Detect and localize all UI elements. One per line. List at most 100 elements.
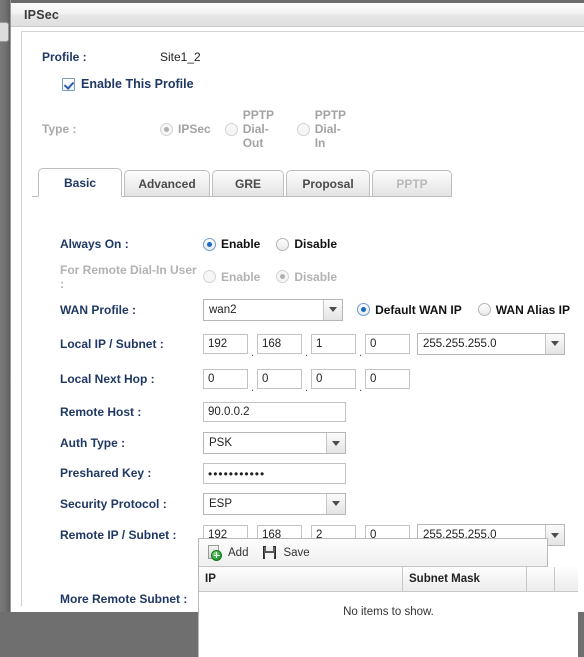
column-header-spacer-1 <box>527 567 555 592</box>
row-always-on: Always On : Enable Disable <box>22 228 584 260</box>
chevron-down-icon[interactable] <box>323 300 342 320</box>
enable-profile-label: Enable This Profile <box>81 77 194 91</box>
radio-pptp-dial-out-icon[interactable] <box>225 123 238 136</box>
dialog-content: Profile : Site1_2 Enable This Profile Ty… <box>21 31 584 606</box>
save-icon <box>262 545 278 561</box>
security-protocol-value: ESP <box>204 498 326 510</box>
auth-type-label: Auth Type : <box>60 436 203 450</box>
basic-tab-panel: Always On : Enable Disable For Remote Di… <box>22 228 584 551</box>
radio-ipsec-icon[interactable] <box>160 123 173 136</box>
local-ip-subnet-label: Local IP / Subnet : <box>60 337 203 351</box>
wan-profile-select[interactable]: wan2 <box>203 299 343 321</box>
wan-profile-value: wan2 <box>204 304 323 316</box>
local-ip-octet-3[interactable] <box>311 334 356 354</box>
always-on-disable-label: Disable <box>294 237 337 251</box>
ip-separator: . <box>356 347 365 361</box>
always-on-disable-option[interactable]: Disable <box>276 237 337 251</box>
tab-bar: Basic Advanced GRE Proposal PPTP <box>32 167 566 197</box>
radio-always-on-enable-icon[interactable] <box>203 238 216 251</box>
tab-proposal[interactable]: Proposal <box>286 170 370 197</box>
remote-dial-in-disable-label: Disable <box>294 270 337 284</box>
enable-profile-row[interactable]: Enable This Profile <box>62 77 584 91</box>
type-label: Type : <box>42 122 160 136</box>
local-next-hop-octet-1[interactable] <box>203 369 248 389</box>
remote-host-input[interactable] <box>203 402 346 422</box>
table-row: No items to show. <box>199 592 578 657</box>
auth-type-select[interactable]: PSK <box>203 432 346 454</box>
dialog-title: IPSec <box>24 8 59 22</box>
radio-default-wan-ip-icon[interactable] <box>357 303 370 316</box>
profile-value: Site1_2 <box>160 50 201 64</box>
local-ip-octet-1[interactable] <box>203 334 248 354</box>
local-next-hop-octet-2[interactable] <box>257 369 302 389</box>
wan-alias-ip-option[interactable]: WAN Alias IP <box>478 303 570 317</box>
subnet-table: IP Subnet Mask No items to show. <box>199 567 578 657</box>
remote-dial-in-disable-option: Disable <box>276 270 337 284</box>
radio-wan-alias-ip-icon[interactable] <box>478 303 491 316</box>
empty-state-text: No items to show. <box>199 592 578 657</box>
save-button[interactable]: Save <box>262 545 309 561</box>
preshared-key-label: Preshared Key : <box>60 466 203 480</box>
remote-dial-in-label: For Remote Dial-In User : <box>60 263 203 291</box>
chevron-down-icon[interactable] <box>545 334 564 354</box>
ipsec-dialog-window: IPSec Profile : Site1_2 Enable This Prof… <box>10 0 584 612</box>
checkbox-checked-icon[interactable] <box>62 78 75 91</box>
chevron-down-icon[interactable] <box>326 433 345 453</box>
security-protocol-select[interactable]: ESP <box>203 493 346 515</box>
ip-separator: . <box>248 382 257 396</box>
tab-advanced[interactable]: Advanced <box>124 170 210 197</box>
default-wan-ip-option[interactable]: Default WAN IP <box>357 303 462 317</box>
column-header-subnet-mask[interactable]: Subnet Mask <box>403 567 527 592</box>
local-subnet-mask-select[interactable]: 255.255.255.0 <box>417 333 565 355</box>
type-row: Type : IPSec PPTPDial-Out PPTPDial-In <box>42 105 584 153</box>
type-option-pptp-dial-in-label: PPTPDial-In <box>315 108 355 150</box>
default-wan-ip-label: Default WAN IP <box>375 303 462 317</box>
local-ip-octet-2[interactable] <box>257 334 302 354</box>
always-on-label: Always On : <box>60 237 203 251</box>
table-header-row: IP Subnet Mask <box>199 567 578 592</box>
tab-gre-label: GRE <box>235 177 261 191</box>
always-on-enable-label: Enable <box>221 237 260 251</box>
always-on-enable-option[interactable]: Enable <box>203 237 260 251</box>
radio-always-on-disable-icon[interactable] <box>276 238 289 251</box>
ip-separator: . <box>302 382 311 396</box>
add-button[interactable]: Add <box>207 545 248 561</box>
row-auth-type: Auth Type : PSK <box>22 428 584 458</box>
profile-row: Profile : Site1_2 <box>42 50 584 72</box>
type-option-pptp-dial-out[interactable]: PPTPDial-Out <box>225 108 283 150</box>
row-preshared-key: Preshared Key : ••••••••••• <box>22 458 584 488</box>
type-option-pptp-dial-out-label: PPTPDial-Out <box>243 108 283 150</box>
tab-basic[interactable]: Basic <box>38 168 122 197</box>
local-subnet-mask-value: 255.255.255.0 <box>418 338 545 350</box>
tab-pptp: PPTP <box>372 170 452 197</box>
tab-gre[interactable]: GRE <box>212 170 284 197</box>
local-next-hop-octet-4[interactable] <box>365 369 410 389</box>
radio-remote-dial-in-disable-icon <box>276 270 289 283</box>
local-ip-octet-4[interactable] <box>365 334 410 354</box>
save-button-label: Save <box>283 547 309 559</box>
type-option-pptp-dial-in[interactable]: PPTPDial-In <box>297 108 355 150</box>
chevron-down-icon[interactable] <box>326 494 345 514</box>
tab-advanced-label: Advanced <box>138 177 195 191</box>
row-local-next-hop: Local Next Hop : . . . <box>22 361 584 396</box>
row-wan-profile: WAN Profile : wan2 Default WAN IP WAN Al… <box>22 293 584 326</box>
radio-pptp-dial-in-icon[interactable] <box>297 123 310 136</box>
radio-remote-dial-in-enable-icon <box>203 270 216 283</box>
add-icon <box>207 545 223 561</box>
auth-type-value: PSK <box>204 437 326 449</box>
row-local-ip-subnet: Local IP / Subnet : . . . 255.255.255.0 <box>22 326 584 361</box>
profile-header: Profile : Site1_2 Enable This Profile Ty… <box>22 32 584 153</box>
column-header-spacer-2 <box>555 567 579 592</box>
grid-toolbar: Add Save <box>199 539 547 567</box>
type-option-ipsec[interactable]: IPSec <box>160 122 211 136</box>
profile-label: Profile : <box>42 50 160 64</box>
ip-separator: . <box>302 347 311 361</box>
page-backdrop <box>0 0 10 612</box>
tab-basic-label: Basic <box>64 176 96 190</box>
add-button-label: Add <box>228 547 248 559</box>
more-remote-subnet-label: More Remote Subnet : <box>60 592 203 606</box>
local-next-hop-octet-3[interactable] <box>311 369 356 389</box>
column-header-ip[interactable]: IP <box>199 567 403 592</box>
security-protocol-label: Security Protocol : <box>60 497 203 511</box>
preshared-key-input[interactable]: ••••••••••• <box>203 463 346 484</box>
